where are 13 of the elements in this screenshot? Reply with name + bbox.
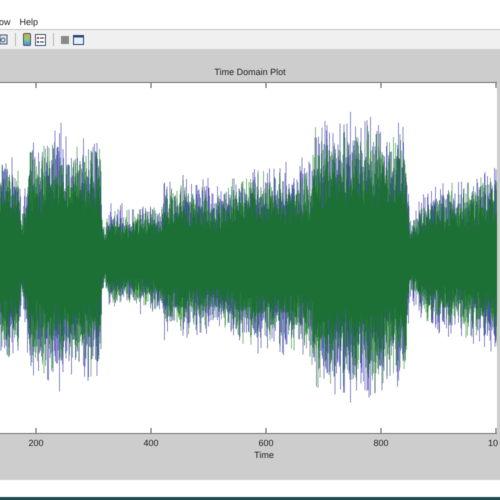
tick-label: 800: [372, 438, 390, 448]
tick-label: 10: [488, 438, 498, 448]
plot-title: Time Domain Plot: [214, 67, 286, 79]
axis-label: Time: [254, 450, 274, 460]
tick-label: 600: [257, 438, 275, 448]
legend-icon[interactable]: [35, 34, 46, 46]
tick-label: 200: [27, 438, 45, 448]
menu-item[interactable]: Help: [20, 17, 38, 27]
window-icon[interactable]: [73, 34, 84, 44]
square-icon[interactable]: [61, 36, 69, 44]
zoom-icon[interactable]: [0, 34, 8, 46]
tick-label: 400: [142, 438, 160, 448]
colorbar-icon[interactable]: [23, 33, 31, 46]
